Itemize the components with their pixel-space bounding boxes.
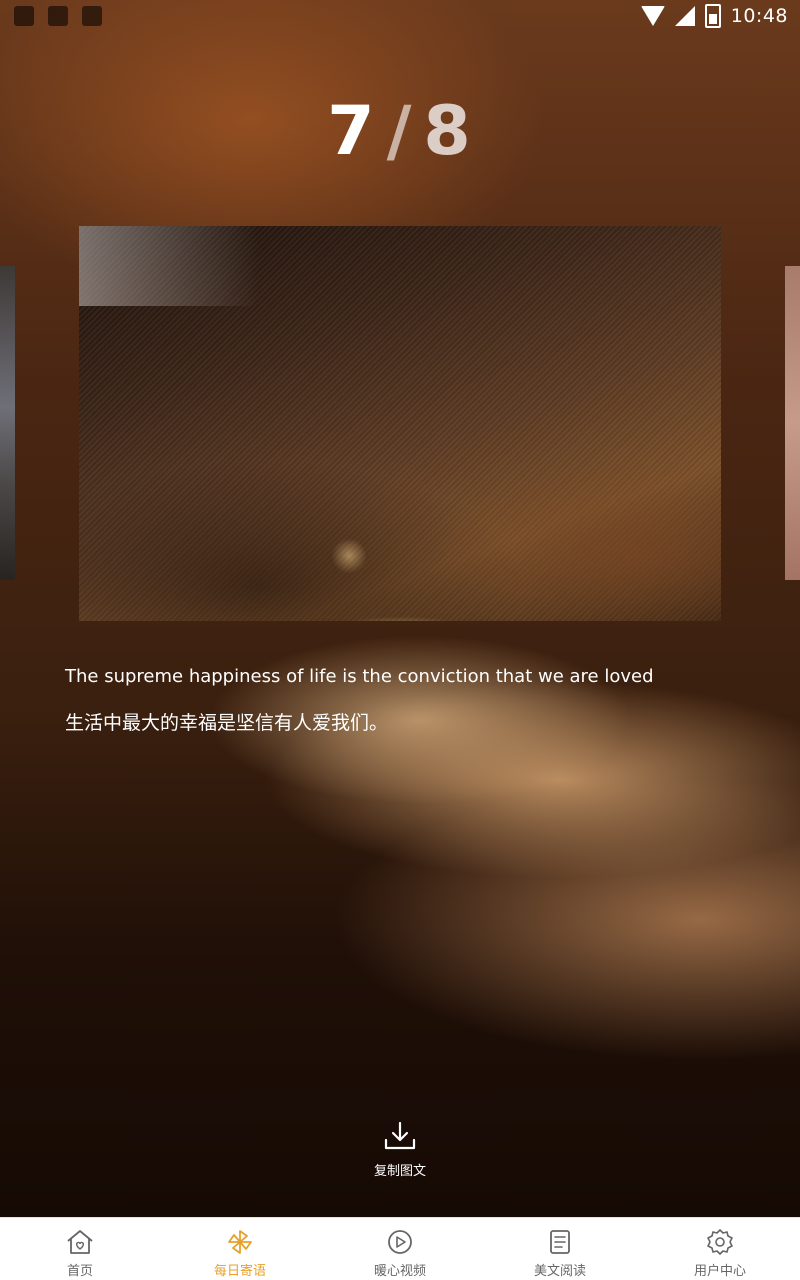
quote-english: The supreme happiness of life is the con… xyxy=(65,666,654,687)
notification-icon xyxy=(82,6,102,26)
previous-card[interactable] xyxy=(0,266,15,580)
pinwheel-icon xyxy=(228,1230,252,1254)
status-bar-notifications xyxy=(14,6,102,26)
article-icon xyxy=(550,1230,570,1254)
play-icon xyxy=(388,1230,412,1254)
screen: 10:48 7/8 The supreme happiness of life … xyxy=(0,0,800,1280)
nav-user-center[interactable]: 用户中心 xyxy=(640,1218,800,1280)
quote-chinese: 生活中最大的幸福是坚信有人爱我们。 xyxy=(65,712,389,734)
home-icon xyxy=(67,1230,93,1254)
status-bar-system: 10:48 xyxy=(640,4,788,28)
nav-user-center-label: 用户中心 xyxy=(693,1264,746,1279)
notification-icon xyxy=(48,6,68,26)
nav-warm-video[interactable]: 暖心视频 xyxy=(320,1218,480,1280)
download-icon xyxy=(384,1121,416,1150)
page-separator: / xyxy=(386,92,414,171)
battery-icon xyxy=(704,4,721,28)
nav-daily-quote[interactable]: 每日寄语 xyxy=(160,1218,320,1280)
nav-daily-quote-label: 每日寄语 xyxy=(213,1264,266,1279)
copy-label: 复制图文 xyxy=(373,1164,426,1179)
nav-home-label: 首页 xyxy=(66,1264,93,1279)
quote-image[interactable] xyxy=(79,226,721,621)
wifi-icon xyxy=(640,6,665,26)
bottom-nav: 首页 每日寄语 暖心视频 美文阅读 用户中心 xyxy=(0,1217,800,1280)
status-time: 10:48 xyxy=(730,5,788,27)
signal-icon xyxy=(674,6,695,26)
next-card[interactable] xyxy=(785,266,800,580)
nav-warm-video-label: 暖心视频 xyxy=(373,1264,426,1279)
status-bar: 10:48 xyxy=(0,0,800,32)
nav-reading[interactable]: 美文阅读 xyxy=(480,1218,640,1280)
gear-icon xyxy=(707,1229,733,1255)
notification-icon xyxy=(14,6,34,26)
nav-home[interactable]: 首页 xyxy=(0,1218,160,1280)
total-pages: 8 xyxy=(423,92,473,171)
copy-button[interactable]: 复制图文 xyxy=(350,1120,450,1184)
page-counter: 7/8 xyxy=(0,92,800,171)
current-page: 7 xyxy=(327,92,377,171)
nav-reading-label: 美文阅读 xyxy=(533,1264,586,1279)
